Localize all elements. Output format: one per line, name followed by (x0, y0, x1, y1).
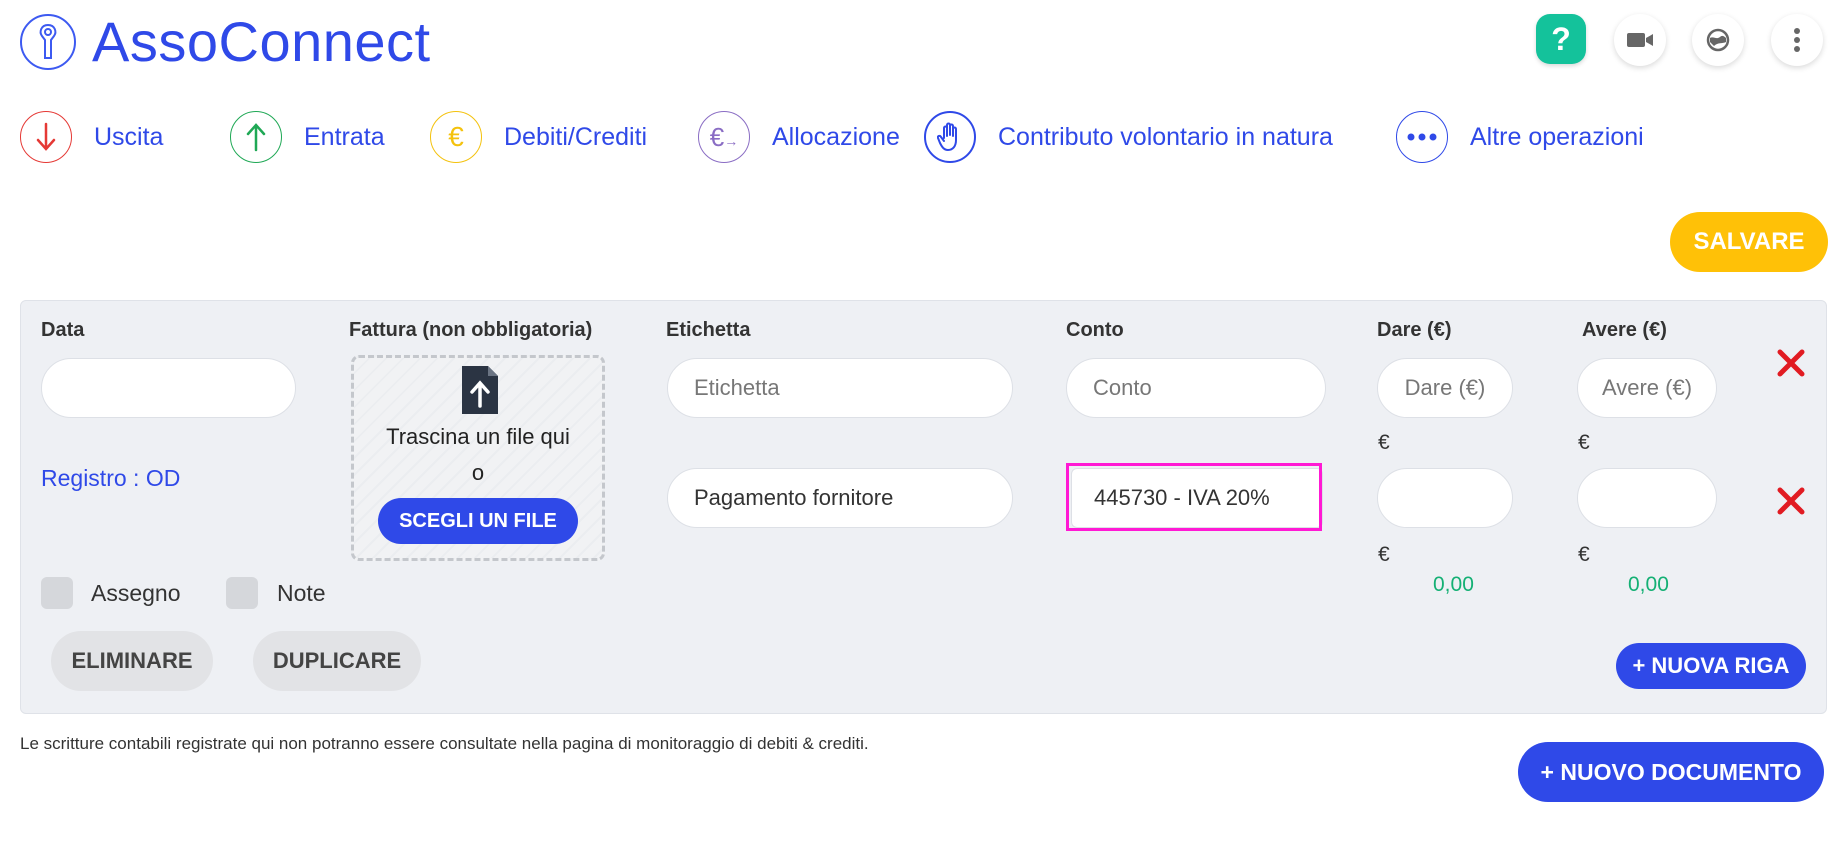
language-button[interactable] (1692, 14, 1744, 66)
logo-icon (39, 23, 57, 59)
op-label: Uscita (94, 122, 164, 151)
label-etichetta: Etichetta (666, 319, 751, 341)
more-vertical-icon (1794, 28, 1800, 52)
etichetta-input-1[interactable]: Etichetta (667, 358, 1013, 418)
currency-dare-1: € (1378, 431, 1390, 454)
op-uscita[interactable]: Uscita (20, 110, 163, 164)
upload-file-icon (462, 366, 498, 414)
op-debiti-crediti[interactable]: € Debiti/Crediti (430, 110, 647, 164)
date-field[interactable] (41, 358, 296, 418)
currency-avere-2: € (1578, 543, 1590, 566)
dare-input-2[interactable] (1377, 468, 1513, 528)
arrow-down-icon (20, 111, 72, 163)
dare-input-1[interactable]: Dare (€) (1377, 358, 1513, 418)
choose-file-button[interactable]: SCEGLI UN FILE (378, 498, 578, 544)
entry-panel: Data Fattura (non obbligatoria) Etichett… (20, 300, 1827, 714)
op-label: Contributo volontario in natura (998, 122, 1333, 151)
add-row-button[interactable]: + NUOVA RIGA (1616, 643, 1806, 689)
op-label: Altre operazioni (1470, 122, 1644, 151)
logo[interactable] (20, 14, 76, 70)
video-button[interactable] (1614, 14, 1666, 66)
assegno-checkbox[interactable] (41, 577, 73, 609)
registro-link[interactable]: Registro : OD (41, 465, 180, 492)
label-fattura: Fattura (non obbligatoria) (349, 319, 593, 341)
help-icon: ? (1551, 20, 1571, 57)
label-avere: Avere (€) (1582, 319, 1667, 341)
eliminare-button[interactable]: ELIMINARE (51, 631, 213, 691)
label-dare: Dare (€) (1377, 319, 1452, 341)
avere-input-2[interactable] (1577, 468, 1717, 528)
file-dropzone[interactable]: Trascina un file qui o SCEGLI UN FILE (351, 355, 605, 561)
language-icon (1706, 28, 1730, 52)
currency-dare-2: € (1378, 543, 1390, 566)
note-checkbox[interactable] (226, 577, 258, 609)
op-contributo[interactable]: Contributo volontario in natura (924, 110, 1333, 164)
euro-transfer-icon: €→ (698, 111, 750, 163)
assegno-label: Assegno (91, 580, 181, 606)
delete-row-1-icon[interactable] (1775, 347, 1807, 379)
note-label: Note (277, 580, 326, 606)
arrow-up-icon (230, 111, 282, 163)
op-label: Debiti/Crediti (504, 122, 648, 151)
currency-avere-1: € (1578, 431, 1590, 454)
dropzone-text: Trascina un file qui (386, 424, 570, 449)
op-label: Allocazione (772, 122, 900, 151)
delete-row-2-icon[interactable] (1775, 485, 1807, 517)
op-allocazione[interactable]: €→ Allocazione (698, 110, 900, 164)
app-title[interactable]: AssoConnect (92, 8, 431, 76)
help-button[interactable]: ? (1536, 14, 1586, 64)
hand-icon (924, 111, 976, 163)
dropzone-or: o (471, 460, 485, 485)
op-entrata[interactable]: Entrata (230, 110, 385, 164)
etichetta-input-2[interactable]: Pagamento fornitore (667, 468, 1013, 528)
save-button[interactable]: SALVARE (1670, 212, 1828, 272)
total-dare: 0,00 (1433, 573, 1474, 596)
duplicare-button[interactable]: DUPLICARE (253, 631, 421, 691)
avere-input-1[interactable]: Avere (€) (1577, 358, 1717, 418)
label-conto: Conto (1066, 319, 1124, 341)
video-icon (1627, 33, 1653, 47)
op-altre[interactable]: Altre operazioni (1396, 110, 1644, 164)
label-data: Data (41, 319, 85, 341)
dots-icon (1396, 111, 1448, 163)
conto-input-1[interactable]: Conto (1066, 358, 1326, 418)
op-label: Entrata (304, 122, 385, 151)
footnote: Le scritture contabili registrate qui no… (20, 734, 869, 753)
more-button[interactable] (1771, 14, 1823, 66)
conto-highlight (1066, 463, 1322, 531)
new-document-button[interactable]: + NUOVO DOCUMENTO (1518, 742, 1824, 802)
euro-icon: € (430, 111, 482, 163)
total-avere: 0,00 (1628, 573, 1669, 596)
